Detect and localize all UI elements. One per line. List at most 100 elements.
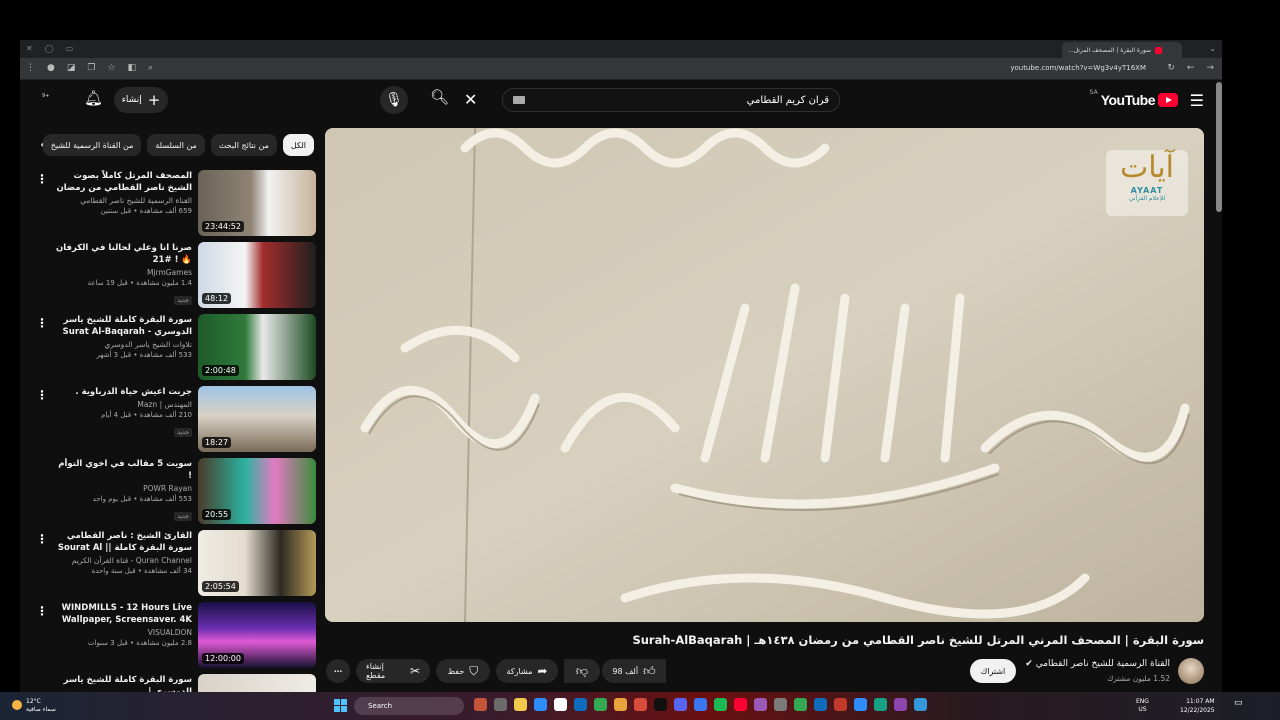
- video-title[interactable]: سورة البقرة كاملة للشيخ ياسر الدوسري |: [52, 674, 192, 692]
- app-icon[interactable]: [554, 698, 567, 711]
- list-item[interactable]: 48:12 صرنا انا وعلي لحالنا في الكرفان 🔥 …: [26, 242, 316, 312]
- list-item[interactable]: 2:00:48 سورة البقرة كاملة للشيخ ياسر الد…: [26, 314, 316, 384]
- notifications-icon[interactable]: ▭: [1234, 698, 1243, 708]
- app-icon[interactable]: [854, 698, 867, 711]
- list-item[interactable]: 23:44:52 المصحف المرتل كاملاً بصوت الشيخ…: [26, 170, 316, 240]
- tiktok-icon[interactable]: [654, 698, 667, 711]
- save-button[interactable]: حفظ ⛉: [436, 659, 490, 683]
- microphone-icon[interactable]: 🎙︎: [380, 86, 408, 114]
- app-icon[interactable]: [534, 698, 547, 711]
- subscribe-button[interactable]: اشتراك: [970, 659, 1016, 683]
- address-bar[interactable]: youtube.com/watch?v=Wg3v4yT16XM: [1010, 64, 1146, 72]
- more-icon[interactable]: ⋮: [36, 532, 48, 546]
- more-icon[interactable]: ⋮: [36, 388, 48, 402]
- copilot-icon[interactable]: ◧: [128, 63, 137, 73]
- list-item[interactable]: 2:05:54 القارئ الشيخ : ناصر القطامي سورة…: [26, 530, 316, 600]
- app-icon[interactable]: [894, 698, 907, 711]
- chip-all[interactable]: الكل: [282, 134, 314, 156]
- collections-icon[interactable]: ❐: [87, 63, 95, 73]
- zoom-icon[interactable]: ⌕: [148, 63, 153, 73]
- forward-icon[interactable]: →: [1206, 63, 1214, 73]
- favorites-icon[interactable]: ☆: [107, 63, 115, 73]
- bell-icon[interactable]: 🔔︎: [84, 89, 103, 107]
- channel-name[interactable]: تلاوات الشيخ ياسر الدوسري: [52, 340, 192, 349]
- like-button[interactable]: 98 ألف 👍︎: [602, 659, 666, 683]
- chrome-icon[interactable]: [594, 698, 607, 711]
- app-icon[interactable]: [734, 698, 747, 711]
- app-icon[interactable]: [614, 698, 627, 711]
- channel-name[interactable]: POWR Rayan: [52, 484, 192, 493]
- video-thumbnail[interactable]: 2:05:54: [198, 530, 316, 596]
- video-thumbnail[interactable]: 18:27: [198, 386, 316, 452]
- more-icon[interactable]: ⋮: [36, 604, 48, 618]
- app-icon[interactable]: [774, 698, 787, 711]
- edge-icon[interactable]: [574, 698, 587, 711]
- weather-widget[interactable]: 12°C سماء صافية: [12, 698, 56, 714]
- search-input[interactable]: قران كريم القطامي: [502, 88, 840, 112]
- more-actions-button[interactable]: ⋯: [326, 659, 350, 683]
- video-thumbnail[interactable]: 48:12: [198, 242, 316, 308]
- video-title[interactable]: WINDMILLS - 12 Hours Live Wallpaper, Scr…: [52, 602, 192, 626]
- chip-search-results[interactable]: من نتائج البحث: [210, 134, 277, 156]
- more-icon[interactable]: ⋮: [36, 172, 48, 186]
- menu-dots-icon[interactable]: ⋮: [26, 63, 35, 73]
- list-item[interactable]: سورة البقرة كاملة للشيخ ياسر الدوسري |: [26, 674, 316, 692]
- video-thumbnail[interactable]: 20:55: [198, 458, 316, 524]
- video-title[interactable]: المصحف المرتل كاملاً بصوت الشيخ ناصر الق…: [52, 170, 192, 194]
- channel-name[interactable]: المهندس | Mazn: [52, 400, 192, 409]
- video-thumbnail[interactable]: 2:00:48: [198, 314, 316, 380]
- clear-search-icon[interactable]: ✕: [464, 90, 477, 109]
- search-icon[interactable]: 🔍︎: [430, 88, 454, 112]
- share-button[interactable]: مشاركة ➦: [496, 659, 558, 683]
- video-title[interactable]: القارئ الشيخ : ناصر القطامي سورة البقرة …: [52, 530, 192, 554]
- folder-icon[interactable]: [514, 698, 527, 711]
- tab-menu-icon[interactable]: ⌄: [1209, 44, 1216, 53]
- app-icon[interactable]: [694, 698, 707, 711]
- video-title[interactable]: سورة البقرة كاملة للشيخ ياسر الدوسري - S…: [52, 314, 192, 338]
- channel-name[interactable]: القناة الرسمية للشيخ ناصر القطامي: [52, 196, 192, 205]
- list-item[interactable]: 12:00:00 WINDMILLS - 12 Hours Live Wallp…: [26, 602, 316, 672]
- app-icon[interactable]: [754, 698, 767, 711]
- channel-name[interactable]: MjrmGames: [52, 268, 192, 277]
- taskbar-search[interactable]: Search: [354, 697, 464, 715]
- back-icon[interactable]: ←: [1187, 63, 1195, 73]
- video-thumbnail[interactable]: 12:00:00: [198, 602, 316, 668]
- video-thumbnail[interactable]: [198, 674, 316, 692]
- channel-name[interactable]: VISUALDON: [52, 628, 192, 637]
- video-player[interactable]: آيات AYAAT للإعلام القرآني: [325, 128, 1204, 622]
- extension-icon[interactable]: ◪: [67, 63, 76, 73]
- browser-tab[interactable]: سورة البقرة | المصحف المرتل...: [1062, 42, 1182, 58]
- channel-avatar[interactable]: [1178, 658, 1204, 684]
- profile-icon[interactable]: ●: [47, 63, 55, 73]
- close-window-icon[interactable]: ✕: [26, 44, 33, 53]
- video-title[interactable]: صرنا انا وعلي لحالنا في الكرفان 🔥 ! #21: [52, 242, 192, 266]
- hamburger-menu-icon[interactable]: ☰: [1190, 91, 1204, 110]
- app-icon[interactable]: [834, 698, 847, 711]
- language-indicator[interactable]: ENG US: [1136, 698, 1149, 714]
- video-title[interactable]: جربت اعيش حياة الدرباوية .: [52, 386, 192, 398]
- app-icon[interactable]: [794, 698, 807, 711]
- maximize-window-icon[interactable]: ▭: [66, 44, 74, 53]
- more-icon[interactable]: ⋮: [36, 316, 48, 330]
- list-item[interactable]: 20:55 سويت 5 مقالب في اخوي التوأم ! POWR…: [26, 458, 316, 528]
- video-title[interactable]: سويت 5 مقالب في اخوي التوأم !: [52, 458, 192, 482]
- keyboard-icon[interactable]: [513, 96, 525, 104]
- app-icon[interactable]: [634, 698, 647, 711]
- create-button[interactable]: إنشاء +: [114, 87, 168, 113]
- app-icon[interactable]: [714, 698, 727, 711]
- dislike-button[interactable]: 👎︎: [564, 659, 600, 683]
- page-scrollbar[interactable]: [1216, 82, 1222, 212]
- clock[interactable]: 11:07 AM 12/22/2025: [1180, 697, 1215, 715]
- app-icon[interactable]: [814, 698, 827, 711]
- list-item[interactable]: 18:27 جربت اعيش حياة الدرباوية . المهندس…: [26, 386, 316, 456]
- minimize-window-icon[interactable]: ◯: [45, 44, 54, 53]
- reload-icon[interactable]: ↻: [1167, 63, 1175, 73]
- app-icon[interactable]: [874, 698, 887, 711]
- channel-name-main[interactable]: القناة الرسمية للشيخ ناصر القطامي ✔︎: [1025, 659, 1170, 669]
- chip-series[interactable]: من السلسلة: [147, 134, 205, 156]
- channel-name[interactable]: Quran Channel - قناة القرآن الكريم: [52, 556, 192, 565]
- app-icon[interactable]: [474, 698, 487, 711]
- clip-button[interactable]: إنشاء مقطع ✂: [356, 659, 430, 683]
- video-thumbnail[interactable]: 23:44:52: [198, 170, 316, 236]
- windows-start-icon[interactable]: [334, 699, 347, 712]
